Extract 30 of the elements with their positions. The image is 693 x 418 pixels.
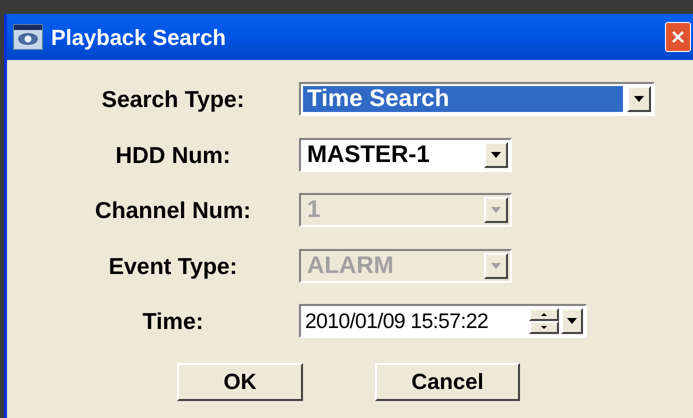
field-label: HDD Num: (116, 140, 230, 170)
dialog-button[interactable]: Cancel (375, 362, 520, 400)
dropdown-value: 1 (306, 197, 322, 224)
caret-icon (634, 96, 644, 102)
dropdown-button[interactable] (627, 86, 651, 112)
field-label: Search Type: (102, 85, 244, 114)
up-arrow-icon (541, 313, 547, 316)
dropdown-value: ALARM (306, 252, 395, 279)
caret-icon (567, 318, 577, 324)
spin-button[interactable] (529, 308, 559, 334)
caret-icon (491, 262, 501, 269)
dropdown-field[interactable]: MASTER-1 (299, 138, 512, 172)
window-title: Playback Search (51, 24, 226, 52)
dropdown-value: Time Search (303, 86, 623, 112)
close-icon (671, 30, 685, 44)
field-label: Event Type: (108, 252, 238, 281)
dialog-button[interactable]: OK (177, 362, 303, 400)
dropdown-button[interactable] (484, 142, 508, 168)
caret-icon (491, 152, 501, 158)
field-label: Time: (142, 307, 204, 336)
datetime-value: 2010/01/09 15:57:22 (304, 308, 490, 334)
down-arrow-icon (541, 326, 547, 330)
caret-icon (491, 207, 501, 214)
close-button[interactable] (665, 22, 691, 52)
field-label: Channel Num: (95, 196, 251, 225)
window-icon (13, 24, 43, 50)
dropdown-button[interactable] (561, 308, 583, 334)
dropdown-value: MASTER-1 (306, 142, 431, 168)
datetime-field[interactable]: 2010/01/09 15:57:22 (299, 304, 587, 338)
dropdown-field[interactable]: Time Search (299, 82, 655, 116)
